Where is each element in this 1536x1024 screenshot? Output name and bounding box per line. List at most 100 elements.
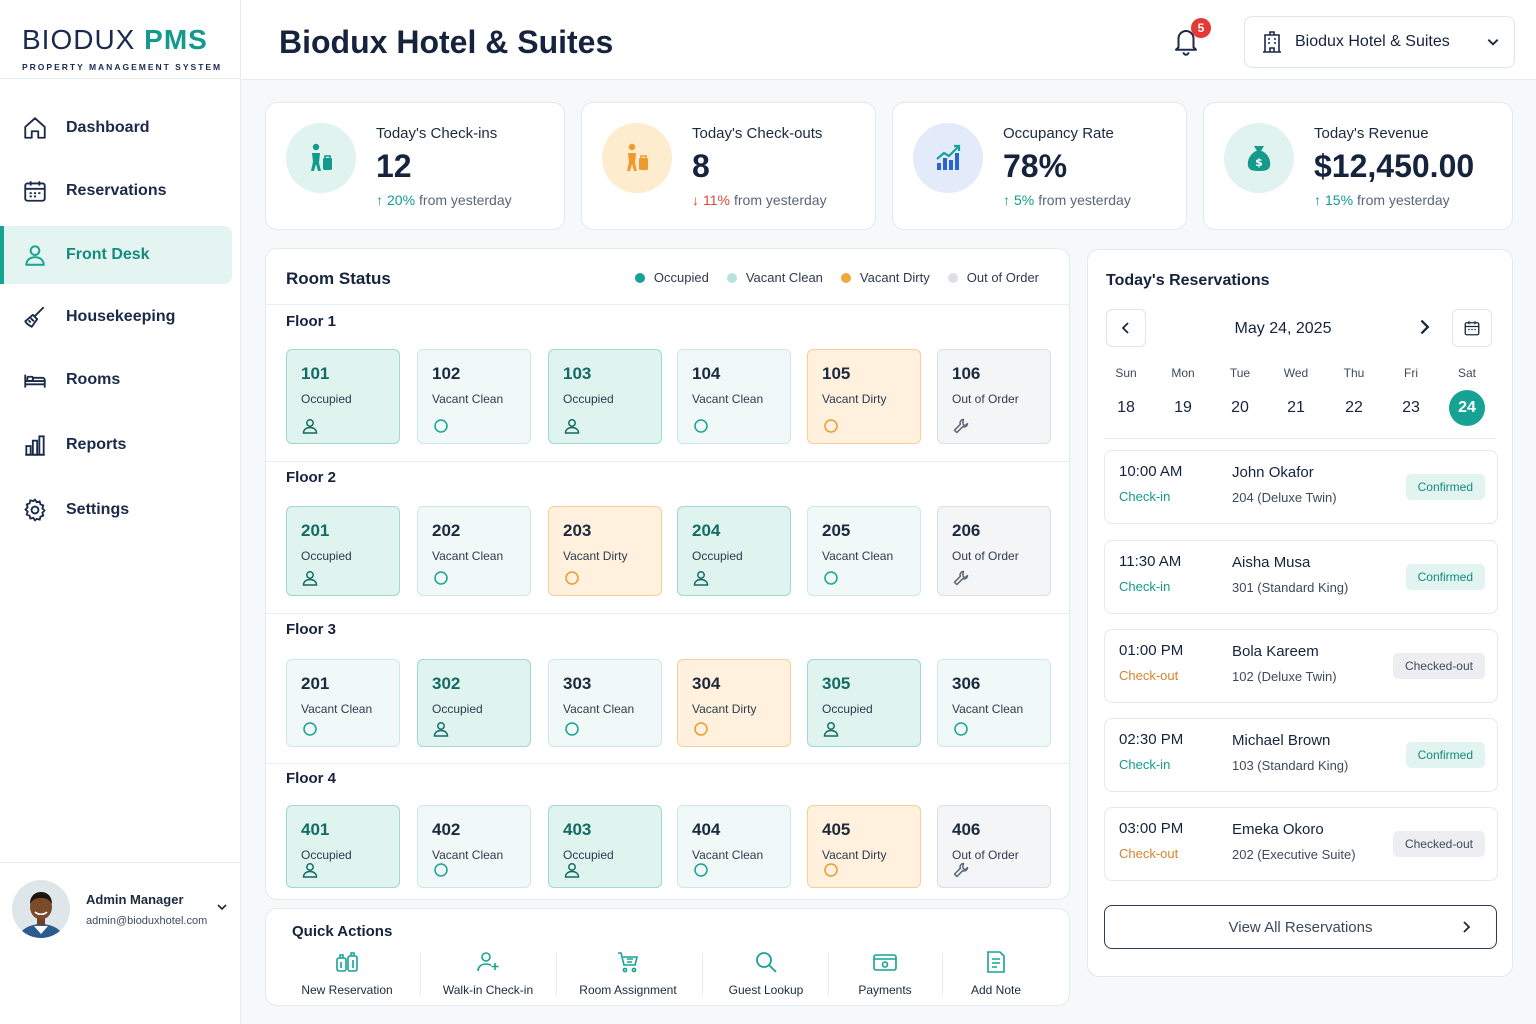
reservation-card[interactable]: 10:00 AM Check-in John Okafor 204 (Delux…	[1104, 450, 1498, 524]
room-tile[interactable]: 101 Occupied	[286, 349, 400, 444]
sidebar: BIODUX PMS PROPERTY MANAGEMENT SYSTEM Da…	[0, 0, 241, 1024]
new-reservation-button[interactable]: New Reservation	[301, 949, 393, 997]
bed-icon	[24, 374, 46, 388]
stat-card-checkouts[interactable]: Today's Check-outs 8 ↓ 11% from yesterda…	[581, 102, 876, 230]
view-all-label: View All Reservations	[1228, 918, 1373, 936]
add-note-button[interactable]: Add Note	[966, 949, 1026, 997]
room-tile[interactable]: 403 Occupied	[548, 805, 662, 888]
room-tile[interactable]: 204 Occupied	[677, 506, 791, 596]
room-tile[interactable]: 103 Occupied	[548, 349, 662, 444]
sidebar-item-reports[interactable]: Reports	[0, 416, 232, 474]
arrow-up-icon: ↑	[1314, 192, 1321, 208]
room-number: 101	[301, 364, 330, 383]
room-tile[interactable]: 202 Vacant Clean	[417, 506, 531, 596]
person-luggage-icon	[311, 143, 332, 171]
chart-up-icon	[936, 144, 961, 170]
view-all-reservations-button[interactable]: View All Reservations	[1104, 905, 1497, 949]
room-tile[interactable]: 305 Occupied	[807, 659, 921, 747]
chevron-right-icon[interactable]	[1416, 318, 1432, 336]
sidebar-item-rooms[interactable]: Rooms	[0, 351, 232, 409]
user-icon	[301, 417, 319, 435]
weekday-label: Mon	[1171, 366, 1195, 380]
room-tile[interactable]: 405 Vacant Dirty	[807, 805, 921, 888]
room-tile[interactable]: 406 Out of Order	[937, 805, 1051, 888]
sidebar-item-label: Dashboard	[66, 119, 150, 136]
room-tile[interactable]: 206 Out of Order	[937, 506, 1051, 596]
user-name: Admin Manager	[86, 891, 184, 907]
payments-button[interactable]: Payments	[850, 949, 920, 997]
room-tile[interactable]: 402 Vacant Clean	[417, 805, 531, 888]
reservation-card[interactable]: 11:30 AM Check-in Aisha Musa 301 (Standa…	[1104, 540, 1498, 614]
stat-label: Today's Check-ins	[376, 125, 498, 142]
circle-icon	[432, 417, 450, 435]
room-tile[interactable]: 102 Vacant Clean	[417, 349, 531, 444]
calendar-picker-button[interactable]	[1452, 309, 1492, 347]
stat-card-revenue[interactable]: $ Today's Revenue $12,450.00 ↑ 15% from …	[1203, 102, 1513, 230]
reservation-card[interactable]: 03:00 PM Check-out Emeka Okoro 202 (Exec…	[1104, 807, 1498, 881]
room-tile[interactable]: 106 Out of Order	[937, 349, 1051, 444]
floor-label: Floor 1	[286, 313, 337, 330]
divider	[0, 78, 240, 79]
walk-in-check-in-button[interactable]: Walk-in Check-in	[442, 949, 534, 997]
reservation-card[interactable]: 01:00 PM Check-out Bola Kareem 102 (Delu…	[1104, 629, 1498, 703]
quick-action-label: Payments	[858, 983, 912, 997]
room-status: Out of Order	[952, 392, 1019, 406]
reservation-card[interactable]: 02:30 PM Check-in Michael Brown 103 (Sta…	[1104, 718, 1498, 792]
wrench-icon	[952, 861, 970, 879]
day-number[interactable]: 18	[1108, 390, 1144, 426]
room-tile[interactable]: 201 Vacant Clean	[286, 659, 400, 747]
floor-label: Floor 4	[286, 770, 337, 787]
sidebar-item-reservations[interactable]: Reservations	[0, 162, 232, 220]
chevron-down-icon[interactable]	[216, 901, 228, 913]
stat-card-occupancy[interactable]: Occupancy Rate 78% ↑ 5% from yesterday	[892, 102, 1187, 230]
room-tile[interactable]: 201 Occupied	[286, 506, 400, 596]
room-tile[interactable]: 303 Vacant Clean	[548, 659, 662, 747]
prev-date-button[interactable]	[1106, 309, 1146, 347]
room-tile[interactable]: 404 Vacant Clean	[677, 805, 791, 888]
room-number: 201	[301, 521, 330, 540]
room-tile[interactable]: 304 Vacant Dirty	[677, 659, 791, 747]
day-number[interactable]: 19	[1165, 390, 1201, 426]
room-tile[interactable]: 302 Occupied	[417, 659, 531, 747]
room-status: Occupied	[301, 392, 352, 406]
notifications-button[interactable]: 5	[1171, 18, 1211, 60]
day-number[interactable]: 21	[1278, 390, 1314, 426]
day-number[interactable]: 22	[1336, 390, 1372, 426]
weekday-label: Wed	[1283, 366, 1309, 380]
status-badge: Checked-out	[1392, 831, 1485, 857]
divider	[0, 862, 240, 863]
room-tile[interactable]: 203 Vacant Dirty	[548, 506, 662, 596]
room-number: 302	[432, 674, 461, 693]
guest-name: Michael Brown	[1232, 732, 1331, 749]
circle-icon	[952, 720, 970, 738]
room-status-title: Room Status	[286, 269, 391, 288]
day-number[interactable]: 23	[1393, 390, 1429, 426]
day-number[interactable]: 24	[1449, 390, 1485, 426]
room-status: Vacant Clean	[692, 392, 764, 406]
room-tile[interactable]: 306 Vacant Clean	[937, 659, 1051, 747]
sidebar-item-settings[interactable]: Settings	[0, 481, 232, 539]
room-tile[interactable]: 104 Vacant Clean	[677, 349, 791, 444]
brand-logo[interactable]: BIODUX PMS PROPERTY MANAGEMENT SYSTEM	[22, 26, 222, 73]
room-tile[interactable]: 401 Occupied	[286, 805, 400, 888]
room-assignment-button[interactable]: Room Assignment	[578, 949, 678, 997]
broom-icon	[24, 306, 45, 328]
guest-lookup-button[interactable]: Guest Lookup	[726, 949, 806, 997]
sidebar-item-dashboard[interactable]: Dashboard	[0, 99, 232, 157]
status-badge: Checked-out	[1392, 653, 1485, 679]
legend-item-out-of-order: Out of Order	[947, 270, 1039, 285]
arrow-up-icon: ↑	[1003, 192, 1010, 208]
stat-card-checkins[interactable]: Today's Check-ins 12 ↑ 20% from yesterda…	[265, 102, 565, 230]
sidebar-item-housekeeping[interactable]: Housekeeping	[0, 288, 232, 346]
legend-item-vacant-dirty: Vacant Dirty	[840, 270, 930, 285]
room-status: Vacant Clean	[952, 702, 1024, 716]
hotel-selector[interactable]: Biodux Hotel & Suites	[1244, 16, 1515, 68]
room-tile[interactable]: 105 Vacant Dirty	[807, 349, 921, 444]
room-number: 404	[692, 820, 721, 839]
room-status: Out of Order	[952, 848, 1019, 862]
user-profile[interactable]: Admin Manager admin@bioduxhotel.com	[12, 879, 232, 939]
stat-icon-circle	[602, 123, 672, 193]
day-number[interactable]: 20	[1222, 390, 1258, 426]
room-tile[interactable]: 205 Vacant Clean	[807, 506, 921, 596]
sidebar-item-front-desk[interactable]: Front Desk	[0, 226, 232, 284]
